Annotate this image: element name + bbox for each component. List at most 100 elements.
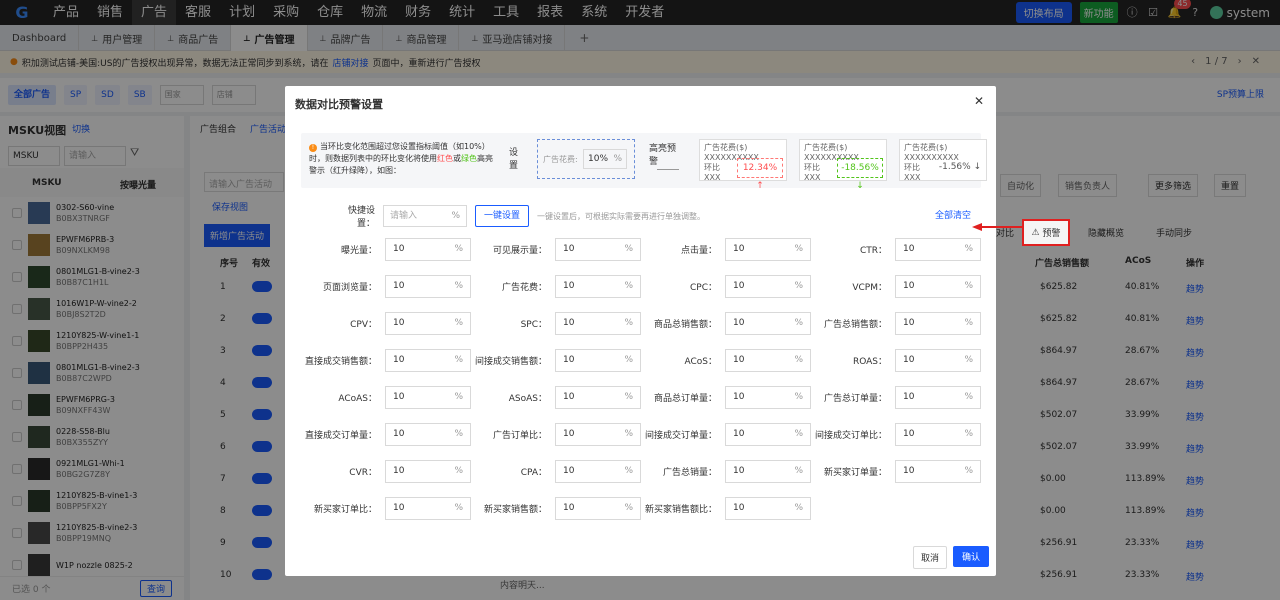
threshold-input[interactable]: 10% bbox=[895, 460, 981, 483]
example-setting-box: 广告花费: 10%% bbox=[537, 139, 635, 179]
threshold-input[interactable]: 10% bbox=[385, 312, 471, 335]
warning-settings-button[interactable]: ⚠ 预警 bbox=[1022, 219, 1070, 246]
threshold-input[interactable]: 10% bbox=[385, 386, 471, 409]
threshold-field: 新买家销售额比： 10% bbox=[635, 497, 811, 520]
threshold-input[interactable]: 10% bbox=[725, 460, 811, 483]
threshold-field: 新买家订单比： 10% bbox=[295, 497, 471, 520]
threshold-input[interactable]: 10% bbox=[385, 275, 471, 298]
threshold-input[interactable]: 10% bbox=[555, 423, 641, 446]
field-label: ASoAS： bbox=[508, 394, 547, 404]
field-label: 间接成交订单量： bbox=[644, 431, 717, 441]
one-click-set-button[interactable]: 一键设置 bbox=[475, 205, 530, 227]
threshold-input[interactable]: 10% bbox=[895, 386, 981, 409]
threshold-input[interactable]: 10% bbox=[555, 497, 641, 520]
clear-all-button[interactable]: 全部清空 bbox=[935, 208, 971, 221]
threshold-field: 新买家订单量： 10% bbox=[805, 460, 981, 483]
threshold-field: SPC： 10% bbox=[465, 312, 641, 335]
threshold-input[interactable]: 10% bbox=[555, 275, 641, 298]
threshold-field: 广告总销售额： 10% bbox=[805, 312, 981, 335]
threshold-input[interactable]: 10% bbox=[725, 386, 811, 409]
threshold-field: 商品总销售额： 10% bbox=[635, 312, 811, 335]
threshold-input[interactable]: 10% bbox=[385, 423, 471, 446]
threshold-input[interactable]: 10% bbox=[385, 238, 471, 261]
threshold-input[interactable]: 10% bbox=[385, 497, 471, 520]
arrow-icon bbox=[657, 169, 679, 170]
threshold-field: ASoAS： 10% bbox=[465, 386, 641, 409]
field-label: 点击量： bbox=[680, 246, 717, 256]
field-label: 直接成交销售额： bbox=[304, 357, 377, 367]
threshold-field: 广告订单比： 10% bbox=[465, 423, 641, 446]
example-input: 10%% bbox=[583, 149, 627, 169]
threshold-input[interactable]: 10% bbox=[895, 238, 981, 261]
threshold-input[interactable]: 10% bbox=[725, 275, 811, 298]
description-panel: ! 当环比变化范围超过您设置指标阈值（如10%）时，则数据列表中的环比变化将使用红… bbox=[301, 133, 987, 191]
card-text: 广告花费($) bbox=[804, 143, 848, 152]
threshold-input[interactable]: 10% bbox=[555, 460, 641, 483]
threshold-input[interactable]: 10% bbox=[725, 497, 811, 520]
threshold-input[interactable]: 10% bbox=[895, 423, 981, 446]
close-icon[interactable]: ✕ bbox=[974, 94, 984, 108]
field-label: CPA： bbox=[520, 468, 547, 478]
field-label: ROAS： bbox=[852, 357, 887, 367]
threshold-field: ACoAS： 10% bbox=[295, 386, 471, 409]
card-text: 广告花费($) bbox=[704, 143, 748, 152]
threshold-field: CVR： 10% bbox=[295, 460, 471, 483]
field-label: 间接成交订单比： bbox=[814, 431, 887, 441]
quick-setting-input[interactable]: 请输入% bbox=[383, 205, 467, 227]
card-change-value: 12.34% ↑ bbox=[737, 158, 783, 191]
annotation-arrow-head-top bbox=[972, 223, 982, 231]
threshold-field: 广告花费： 10% bbox=[465, 275, 641, 298]
card-change-value: -18.56% ↓ bbox=[837, 158, 883, 191]
field-label: 广告总销量： bbox=[662, 468, 717, 478]
dialog-title: 数据对比预警设置 bbox=[295, 98, 383, 111]
threshold-field: 页面浏览量： 10% bbox=[295, 275, 471, 298]
field-label: 新买家订单比： bbox=[313, 505, 377, 515]
highlight-label: 高亮预警 bbox=[649, 144, 677, 167]
cancel-button[interactable]: 取消 bbox=[913, 546, 948, 569]
card-text: 广告花费($) bbox=[904, 143, 948, 152]
field-label: 间接成交销售额： bbox=[474, 357, 547, 367]
warning-bell-icon: ⚠ bbox=[1031, 227, 1040, 238]
threshold-input[interactable]: 10% bbox=[555, 238, 641, 261]
field-label: 新买家销售额： bbox=[483, 505, 547, 515]
field-label: 直接成交订单量： bbox=[304, 431, 377, 441]
threshold-input[interactable]: 10% bbox=[725, 349, 811, 372]
warning-settings-label: 预警 bbox=[1042, 229, 1061, 239]
threshold-input[interactable]: 10% bbox=[725, 238, 811, 261]
threshold-input[interactable]: 10% bbox=[385, 349, 471, 372]
field-label: 曝光量： bbox=[340, 246, 377, 256]
field-label: VCPM： bbox=[852, 283, 887, 293]
threshold-field: 直接成交销售额： 10% bbox=[295, 349, 471, 372]
confirm-button[interactable]: 确认 bbox=[953, 546, 990, 567]
threshold-field: 直接成交订单量： 10% bbox=[295, 423, 471, 446]
threshold-field: 广告总销量： 10% bbox=[635, 460, 811, 483]
description-text: ! 当环比变化范围超过您设置指标阈值（如10%）时，则数据列表中的环比变化将使用红… bbox=[309, 142, 493, 175]
threshold-input[interactable]: 10% bbox=[555, 312, 641, 335]
field-label: SPC： bbox=[520, 320, 547, 330]
threshold-field: 点击量： 10% bbox=[635, 238, 811, 261]
threshold-input[interactable]: 10% bbox=[895, 312, 981, 335]
threshold-input[interactable]: 10% bbox=[895, 275, 981, 298]
threshold-input[interactable]: 10% bbox=[895, 349, 981, 372]
threshold-field: 广告总订单量： 10% bbox=[805, 386, 981, 409]
card-change-value: -1.56% ↓ bbox=[938, 162, 982, 172]
threshold-field: CTR： 10% bbox=[805, 238, 981, 261]
threshold-field: CPC： 10% bbox=[635, 275, 811, 298]
field-label: 商品总销售额： bbox=[653, 320, 717, 330]
threshold-field: CPV： 10% bbox=[295, 312, 471, 335]
field-label: 页面浏览量： bbox=[322, 283, 377, 293]
field-label: CTR： bbox=[859, 246, 887, 256]
threshold-input[interactable]: 10% bbox=[555, 386, 641, 409]
threshold-input[interactable]: 10% bbox=[555, 349, 641, 372]
field-label: CPC： bbox=[690, 283, 717, 293]
threshold-input[interactable]: 10% bbox=[725, 423, 811, 446]
field-label: ACoS： bbox=[684, 357, 717, 367]
example-label: 广告花费: bbox=[543, 154, 578, 164]
field-label: CVR： bbox=[349, 468, 377, 478]
quick-setting-hint: 一键设置后，可根据实际需要再进行单独调整。 bbox=[537, 211, 706, 221]
threshold-input[interactable]: 10% bbox=[725, 312, 811, 335]
threshold-input[interactable]: 10% bbox=[385, 460, 471, 483]
threshold-field: CPA： 10% bbox=[465, 460, 641, 483]
field-label: CPV： bbox=[350, 320, 377, 330]
set-label: 设置 bbox=[509, 148, 519, 171]
